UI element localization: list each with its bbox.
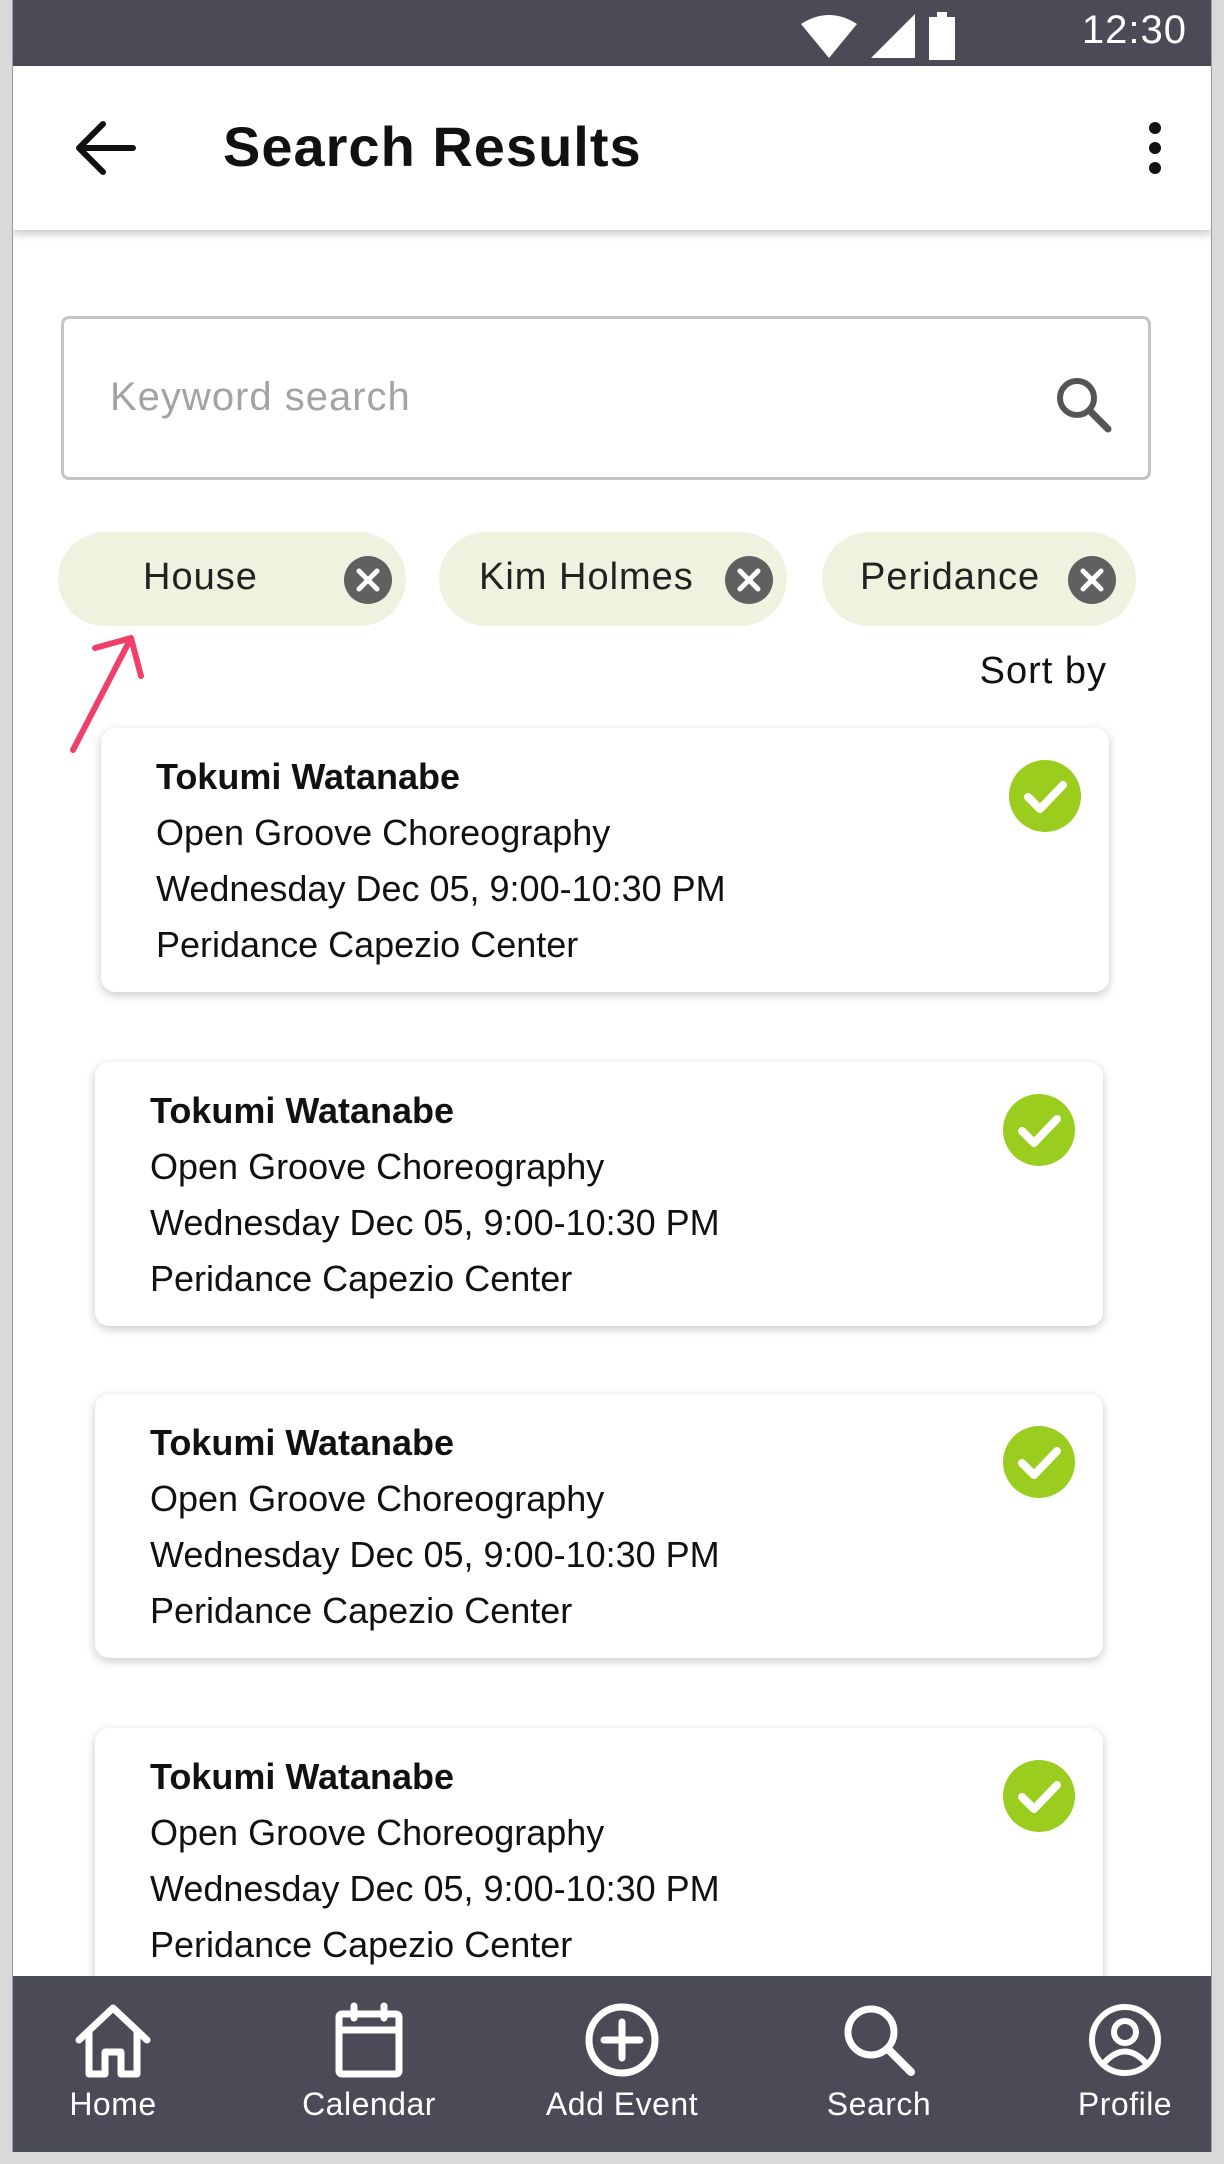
nav-label: Profile — [1077, 2086, 1173, 2122]
status-bar: 12:30 — [13, 0, 1211, 66]
remove-filter-icon[interactable] — [1068, 556, 1116, 604]
nav-label: Search — [826, 2086, 932, 2122]
nav-item-add-event[interactable]: Add Event — [522, 1976, 722, 2152]
nav-label: Add Event — [545, 2086, 699, 2122]
check-circle-icon[interactable] — [1009, 760, 1081, 832]
filter-chip-kim-holmes[interactable]: Kim Holmes — [439, 532, 787, 626]
class-time: Wednesday Dec 05, 9:00-10:30 PM — [150, 1202, 720, 1243]
result-card[interactable]: Tokumi Watanabe Open Groove Choreography… — [95, 1394, 1103, 1658]
instructor-name: Tokumi Watanabe — [150, 1756, 455, 1797]
class-location: Peridance Capezio Center — [156, 924, 579, 965]
nav-label: Home — [69, 2086, 157, 2122]
class-name: Open Groove Choreography — [156, 812, 611, 853]
class-name: Open Groove Choreography — [150, 1812, 605, 1853]
nav-item-home[interactable]: Home — [13, 1976, 213, 2152]
class-location: Peridance Capezio Center — [150, 1924, 573, 1965]
profile-icon — [1089, 2004, 1161, 2076]
nav-item-profile[interactable]: Profile — [1025, 1976, 1211, 2152]
page-title: Search Results — [223, 115, 642, 178]
check-circle-icon[interactable] — [1003, 1760, 1075, 1832]
class-time: Wednesday Dec 05, 9:00-10:30 PM — [150, 1534, 720, 1575]
home-icon — [75, 2004, 151, 2078]
check-circle-icon[interactable] — [1003, 1426, 1075, 1498]
remove-filter-icon[interactable] — [344, 556, 392, 604]
status-icons — [801, 12, 955, 60]
remove-filter-icon[interactable] — [725, 556, 773, 604]
keyword-search-input[interactable]: Keyword search — [61, 316, 1151, 480]
calendar-icon — [335, 2002, 403, 2078]
class-time: Wednesday Dec 05, 9:00-10:30 PM — [150, 1868, 720, 1909]
filter-chip-label: House — [143, 556, 258, 598]
class-name: Open Groove Choreography — [150, 1478, 605, 1519]
cellular-signal-icon — [871, 14, 915, 58]
instructor-name: Tokumi Watanabe — [156, 756, 461, 797]
search-icon[interactable] — [1054, 375, 1112, 433]
result-card[interactable]: Tokumi Watanabe Open Groove Choreography… — [95, 1062, 1103, 1326]
nav-label: Calendar — [302, 2086, 436, 2122]
add-circle-icon — [585, 2003, 659, 2077]
phone-screen: 12:30 Search Results Keyword search Hous… — [12, 0, 1212, 2152]
filter-chip-peridance[interactable]: Peridance — [822, 532, 1136, 626]
filter-chip-label: Peridance — [860, 556, 1041, 598]
result-card[interactable]: Tokumi Watanabe Open Groove Choreography… — [95, 1728, 1103, 1992]
nav-item-search[interactable]: Search — [779, 1976, 979, 2152]
filter-chip-house[interactable]: House — [58, 532, 406, 626]
bottom-navigation: Home Calendar Add Event Search Profile — [13, 1976, 1211, 2152]
app-bar: Search Results — [13, 66, 1211, 230]
class-location: Peridance Capezio Center — [150, 1258, 573, 1299]
nav-item-calendar[interactable]: Calendar — [269, 1976, 469, 2152]
class-name: Open Groove Choreography — [150, 1146, 605, 1187]
search-placeholder: Keyword search — [110, 375, 411, 419]
more-options-icon[interactable] — [1145, 120, 1165, 176]
check-circle-icon[interactable] — [1003, 1094, 1075, 1166]
back-arrow-icon[interactable] — [73, 120, 137, 176]
result-card[interactable]: Tokumi Watanabe Open Groove Choreography… — [101, 728, 1109, 992]
instructor-name: Tokumi Watanabe — [150, 1090, 455, 1131]
status-time: 12:30 — [1081, 8, 1187, 52]
search-icon — [844, 2005, 915, 2076]
sort-by-button[interactable]: Sort by — [980, 650, 1107, 693]
wifi-icon — [801, 15, 857, 58]
instructor-name: Tokumi Watanabe — [150, 1422, 455, 1463]
class-location: Peridance Capezio Center — [150, 1590, 573, 1631]
class-time: Wednesday Dec 05, 9:00-10:30 PM — [156, 868, 726, 909]
battery-icon — [929, 12, 955, 60]
filter-chip-label: Kim Holmes — [479, 556, 694, 598]
